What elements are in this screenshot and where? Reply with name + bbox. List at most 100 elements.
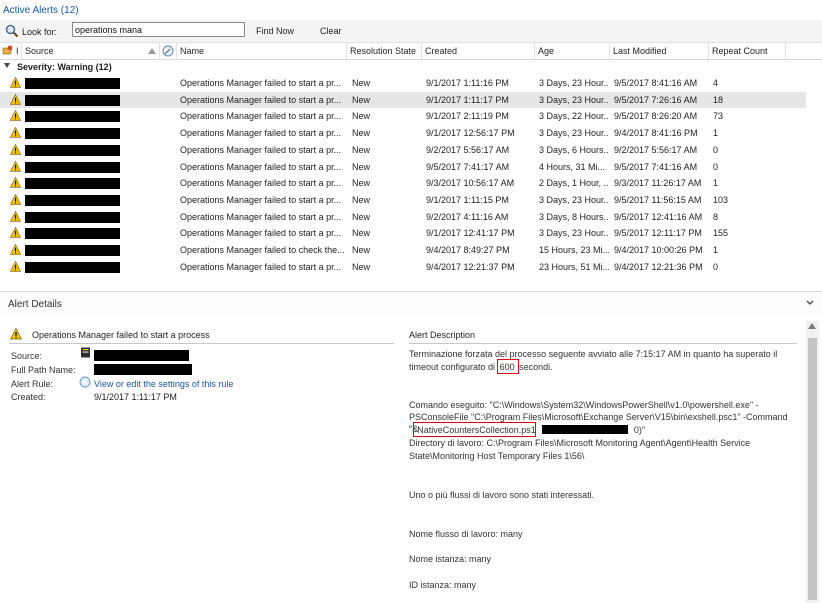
table-row[interactable]: Operations Manager failed to start a pr.… <box>0 75 806 91</box>
description-timeout-prefix: timeout configurato di <box>409 362 496 372</box>
sort-ascending-icon <box>148 48 156 54</box>
warning-icon <box>10 143 21 155</box>
command-args-redacted <box>542 425 629 434</box>
server-icon <box>81 347 90 358</box>
warning-icon <box>10 210 21 222</box>
age-cell: 4 Hours, 31 Mi... <box>539 161 606 172</box>
table-row[interactable]: Operations Manager failed to start a pr.… <box>0 125 806 141</box>
age-cell: 3 Days, 23 Hour... <box>539 128 609 139</box>
age-cell: 3 Days, 8 Hours... <box>539 211 609 222</box>
severity-group-row[interactable]: Severity: Warning (12) <box>0 59 822 74</box>
full-path-value-redacted <box>94 364 192 375</box>
column-header-age[interactable]: Age <box>535 43 610 59</box>
age-cell: 23 Hours, 51 Mi... <box>539 261 609 272</box>
window-title: Active Alerts (12) <box>3 5 79 16</box>
rule-link-icon <box>79 376 91 388</box>
alert-column-icon <box>2 45 13 55</box>
created-cell: 9/4/2017 12:21:37 PM <box>426 261 515 272</box>
last-modified-cell: 9/4/2017 12:21:36 PM <box>614 261 703 272</box>
search-input[interactable] <box>72 22 245 37</box>
warning-icon <box>10 227 21 238</box>
instance-id: ID istanza: many <box>409 580 477 590</box>
column-source-label: Source <box>25 46 54 56</box>
alert-details-title: Alert Details <box>8 299 62 310</box>
table-row[interactable]: Operations Manager failed to start a pr.… <box>0 209 806 225</box>
created-value: 9/1/2017 1:11:17 PM <box>94 392 177 402</box>
resolution-state-cell: New <box>352 161 371 172</box>
created-cell: 9/2/2017 5:56:17 AM <box>426 144 510 155</box>
source-redacted <box>25 111 120 123</box>
view-edit-rule-link[interactable]: View or edit the settings of this rule <box>94 379 233 389</box>
resolution-state-cell: New <box>352 194 371 205</box>
repeat-count-cell: 73 <box>713 111 724 122</box>
table-row[interactable]: Operations Manager failed to start a pr.… <box>0 259 806 275</box>
table-row[interactable]: Operations Manager failed to start a pr.… <box>0 108 806 124</box>
created-cell: 9/5/2017 7:41:17 AM <box>426 161 510 172</box>
command-tail: 0)" <box>633 425 646 435</box>
table-row[interactable]: Operations Manager failed to start a pr.… <box>0 225 806 241</box>
maintenance-mode-icon <box>162 45 174 57</box>
scroll-up-arrow-icon[interactable] <box>808 323 816 329</box>
age-cell: 3 Days, 23 Hour... <box>539 78 609 88</box>
resolution-state-cell: New <box>352 178 371 189</box>
last-modified-cell: 9/5/2017 7:41:16 AM <box>614 161 698 172</box>
column-header-source[interactable]: Source <box>22 43 160 59</box>
alert-name-cell: Operations Manager failed to start a pr.… <box>180 128 342 139</box>
scrollbar-thumb[interactable] <box>808 338 817 600</box>
created-label: Created: <box>11 392 46 402</box>
warning-icon <box>10 328 22 340</box>
grid-header: I Source Name Resolution State Created A… <box>0 42 822 60</box>
table-row[interactable]: Operations Manager failed to start a pr.… <box>0 159 806 175</box>
source-redacted <box>25 78 120 89</box>
created-cell: 9/1/2017 12:41:17 PM <box>426 228 515 239</box>
clear-button[interactable]: Clear <box>320 26 342 36</box>
age-cell: 3 Days, 23 Hour... <box>539 228 609 239</box>
column-header-created[interactable]: Created <box>422 43 535 59</box>
source-redacted <box>25 228 120 240</box>
workflow-name: Nome flusso di lavoro: many <box>409 529 523 539</box>
column-header-repeat-count[interactable]: Repeat Count <box>709 43 786 59</box>
column-header-icon[interactable]: I <box>0 43 22 59</box>
column-header-last-modified[interactable]: Last Modified <box>610 43 709 59</box>
alert-name-cell: Operations Manager failed to start a pr.… <box>180 94 342 105</box>
source-redacted <box>25 161 120 173</box>
description-line-2: timeout configurato di 600 secondi. <box>409 361 794 373</box>
age-cell: 15 Hours, 23 Mi... <box>539 245 609 255</box>
alert-name-cell: Operations Manager failed to start a pr.… <box>180 194 342 205</box>
created-cell: 9/3/2017 10:56:17 AM <box>426 178 515 189</box>
alert-name-cell: Operations Manager failed to start a pr.… <box>180 178 342 189</box>
workflows-affected: Uno o più flussi di lavoro sono stati in… <box>409 490 595 500</box>
table-row[interactable]: Operations Manager failed to start a pr.… <box>0 192 806 208</box>
source-redacted <box>25 178 120 190</box>
resolution-state-cell: New <box>352 245 371 255</box>
resolution-state-cell: New <box>352 261 371 272</box>
column-header-maintenance[interactable] <box>160 43 177 59</box>
instance-name: Nome istanza: many <box>409 554 492 564</box>
table-row[interactable]: Operations Manager failed to start a pr.… <box>0 91 806 108</box>
last-modified-cell: 9/2/2017 5:56:17 AM <box>614 144 698 155</box>
created-cell: 9/1/2017 1:11:17 PM <box>426 94 509 105</box>
source-redacted <box>25 261 120 273</box>
warning-icon <box>10 260 21 272</box>
source-redacted <box>25 94 120 106</box>
chevron-down-icon[interactable] <box>806 299 814 307</box>
column-header-resolution-state[interactable]: Resolution State <box>347 43 422 59</box>
table-row[interactable]: Operations Manager failed to check the..… <box>0 242 806 258</box>
details-separator <box>9 343 394 344</box>
find-now-button[interactable]: Find Now <box>256 26 294 36</box>
table-row[interactable]: Operations Manager failed to start a pr.… <box>0 175 806 191</box>
repeat-count-cell: 0 <box>713 261 719 272</box>
resolution-state-cell: New <box>352 94 371 105</box>
alert-name-cell: Operations Manager failed to start a pr.… <box>180 144 342 155</box>
source-redacted <box>25 194 120 206</box>
age-cell: 2 Days, 1 Hour, ... <box>539 178 609 189</box>
column-header-name[interactable]: Name <box>177 43 347 59</box>
table-row[interactable]: Operations Manager failed to start a pr.… <box>0 142 806 158</box>
resolution-state-cell: New <box>352 228 371 239</box>
repeat-count-cell: 8 <box>713 211 719 222</box>
warning-icon <box>10 127 21 138</box>
command-quote: ' <box>409 425 411 435</box>
warning-icon <box>10 177 21 188</box>
age-cell: 3 Days, 23 Hour... <box>539 194 609 205</box>
collapse-triangle-icon[interactable] <box>4 63 10 68</box>
